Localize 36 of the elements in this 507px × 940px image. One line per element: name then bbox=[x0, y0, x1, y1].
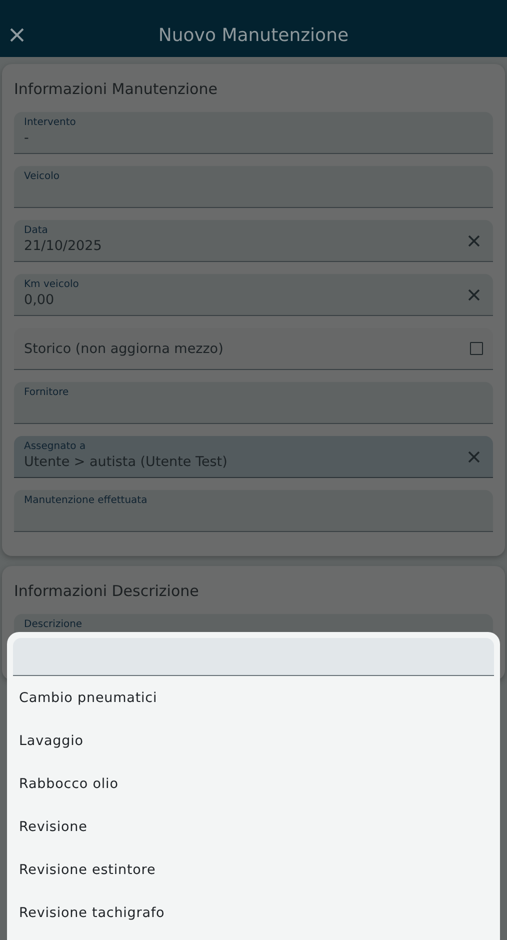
checkbox[interactable] bbox=[470, 342, 483, 355]
close-icon bbox=[468, 234, 480, 246]
field-label: Data bbox=[24, 225, 49, 236]
field-label: Manutenzione effettuata bbox=[24, 495, 148, 506]
option-item[interactable]: Revisione estintore bbox=[13, 848, 494, 891]
option-item[interactable]: Revisione bbox=[13, 805, 494, 848]
option-item[interactable]: Lavaggio bbox=[13, 719, 494, 762]
search-field[interactable] bbox=[13, 638, 494, 676]
input-field[interactable]: Data 21/10/2025 bbox=[14, 220, 493, 262]
field-label: Veicolo bbox=[24, 171, 61, 182]
field-value: Utente > autista (Utente Test) bbox=[24, 454, 228, 470]
checkbox-field[interactable]: Storico (non aggiorna mezzo) bbox=[14, 328, 493, 370]
option-item[interactable]: Cambio pneumatici bbox=[13, 676, 494, 719]
input-field[interactable]: Assegnato a Utente > autista (Utente Test) bbox=[14, 436, 493, 478]
field-label: Fornitore bbox=[24, 387, 70, 398]
input-field[interactable]: Fornitore bbox=[14, 382, 493, 424]
option-item[interactable]: Revisione tachigrafo bbox=[13, 891, 494, 934]
input-field[interactable]: Intervento - bbox=[14, 112, 493, 154]
field-value: - bbox=[24, 130, 30, 146]
close-icon bbox=[468, 288, 480, 300]
screen-title: Nuovo Manutenzione bbox=[158, 25, 349, 46]
field-value: 21/10/2025 bbox=[24, 238, 103, 254]
section-title: Informazioni Descrizione bbox=[14, 582, 200, 600]
option-item[interactable]: Rabbocco olio bbox=[13, 762, 494, 805]
close-icon bbox=[10, 28, 24, 42]
field-label: Assegnato a bbox=[24, 441, 87, 452]
field-label: Km veicolo bbox=[24, 279, 80, 290]
field-label: Descrizione bbox=[24, 619, 84, 630]
input-field[interactable]: Veicolo bbox=[14, 166, 493, 208]
input-field[interactable]: Km veicolo 0,00 bbox=[14, 274, 493, 316]
section-title: Informazioni Manutenzione bbox=[14, 80, 218, 98]
input-field[interactable]: Manutenzione effettuata bbox=[14, 490, 493, 532]
field-label: Intervento bbox=[24, 117, 77, 128]
field-value: 0,00 bbox=[24, 292, 56, 308]
close-icon bbox=[468, 450, 480, 462]
field-label: Storico (non aggiorna mezzo) bbox=[24, 340, 224, 356]
